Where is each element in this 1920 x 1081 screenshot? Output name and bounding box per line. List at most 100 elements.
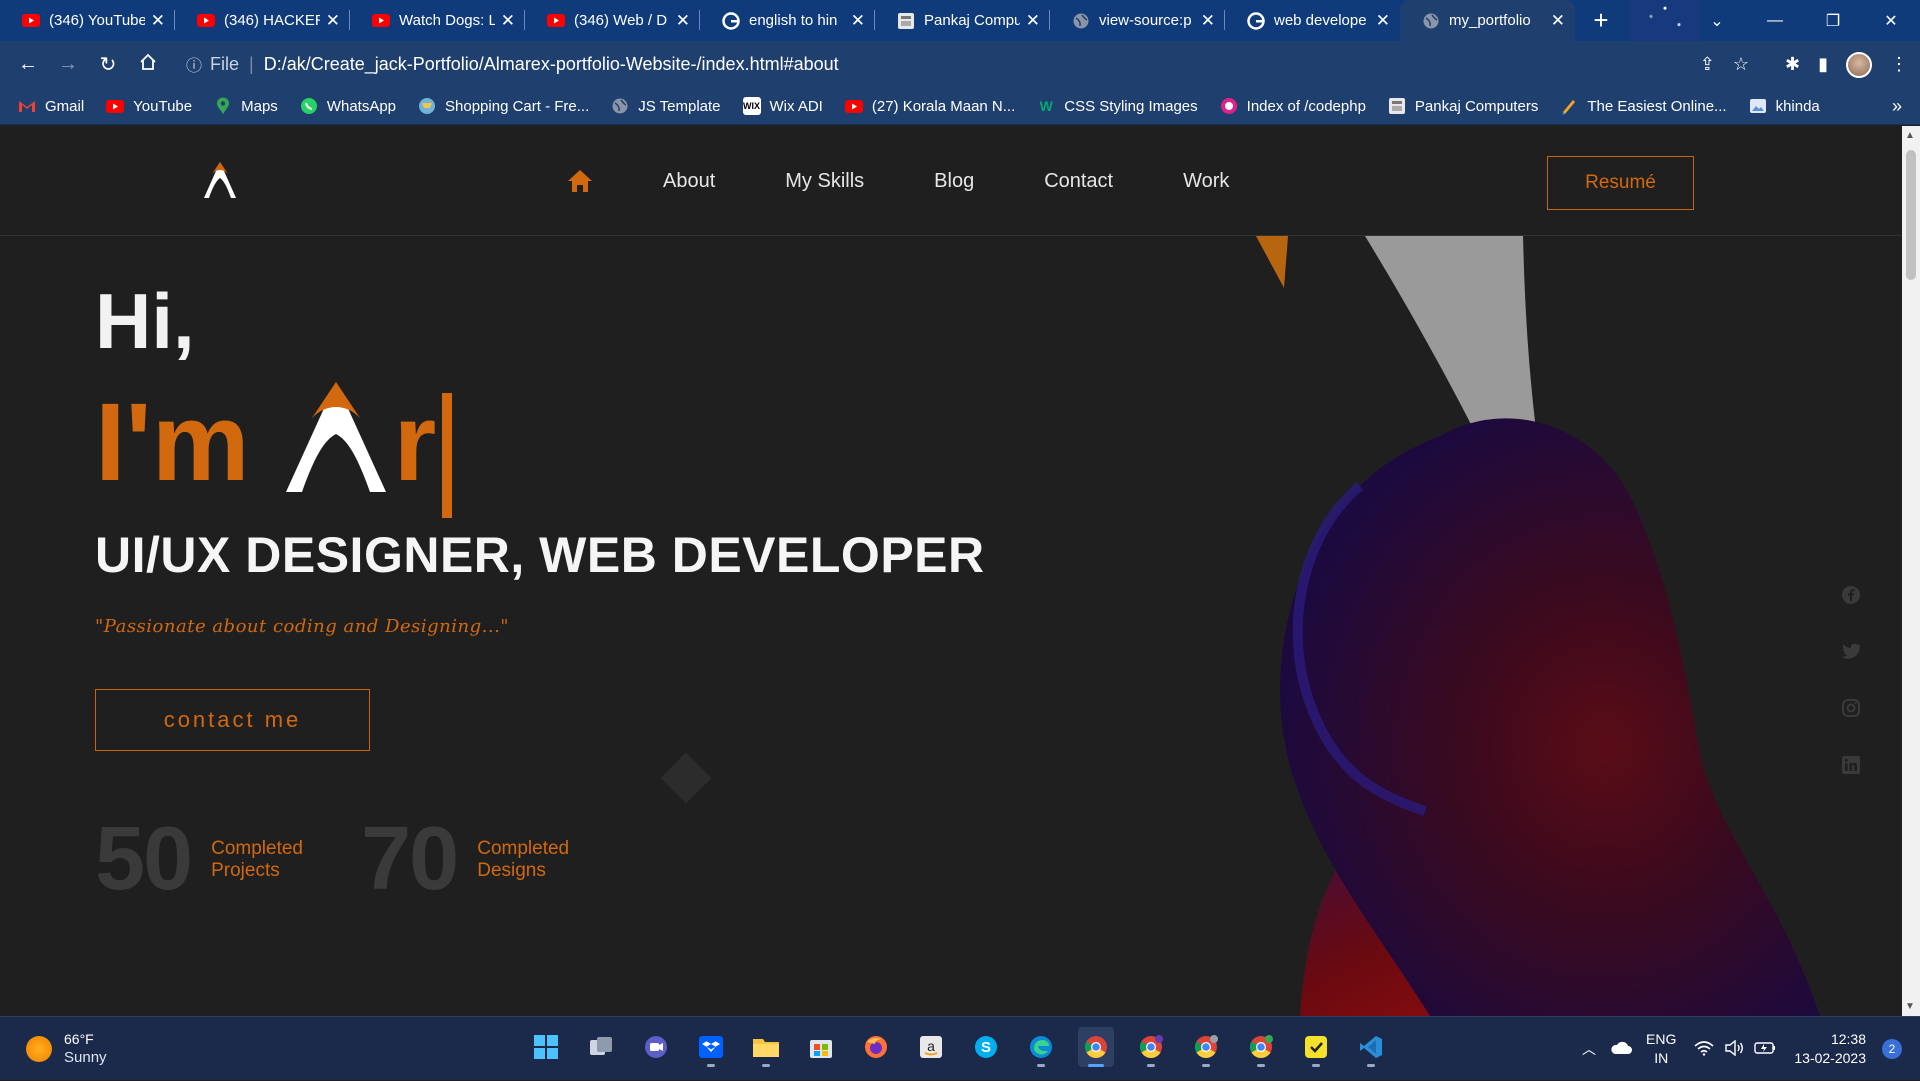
notification-badge[interactable]: 2	[1882, 1039, 1902, 1059]
bookmark-wix-adi[interactable]: WIX Wix ADI	[742, 97, 823, 115]
bookmark-khinda[interactable]: khinda	[1749, 97, 1820, 115]
scrollbar-thumb[interactable]	[1906, 150, 1916, 280]
close-window-button[interactable]: ✕	[1862, 11, 1920, 31]
bookmark-js-template[interactable]: JS Template	[611, 97, 721, 115]
vscode-icon[interactable]	[1353, 1027, 1389, 1067]
browser-tab[interactable]: (346) YouTube ✕	[0, 0, 175, 41]
close-tab-icon[interactable]: ✕	[1376, 11, 1390, 31]
url-text[interactable]: D:/ak/Create_jack-Portfolio/Almarex-port…	[264, 54, 839, 75]
close-tab-icon[interactable]: ✕	[676, 11, 690, 31]
bookmark-shopping-cart[interactable]: Shopping Cart - Fre...	[418, 97, 589, 115]
contact-me-button[interactable]: contact me	[95, 689, 370, 751]
toolbar-actions: ⇪ ☆ ✱ ▮ ⋮	[1700, 41, 1908, 88]
bookmark-index-codephp[interactable]: Index of /codephp	[1220, 97, 1366, 115]
side-panel-icon[interactable]: ▮	[1818, 54, 1828, 75]
close-tab-icon[interactable]: ✕	[501, 11, 515, 31]
bookmark-pankaj-computers[interactable]: Pankaj Computers	[1388, 97, 1538, 115]
dropbox-icon[interactable]	[693, 1027, 729, 1067]
bookmark-youtube[interactable]: YouTube	[106, 97, 192, 115]
resume-button[interactable]: Resumé	[1547, 156, 1694, 210]
wifi-icon[interactable]	[1694, 1040, 1714, 1059]
close-tab-icon[interactable]: ✕	[1551, 11, 1565, 31]
hero-role: UI/UX DESIGNER, WEB DEVELOPER	[95, 527, 985, 583]
close-tab-icon[interactable]: ✕	[1201, 11, 1215, 31]
show-hidden-icons-chevron-icon[interactable]: ︿	[1582, 1039, 1596, 1059]
browser-tab[interactable]: view-source:p ✕	[1050, 0, 1225, 41]
sticky-notes-icon[interactable]	[1298, 1027, 1334, 1067]
bookmark-gmail[interactable]: Gmail	[18, 97, 84, 115]
new-tab-button[interactable]: +	[1583, 5, 1619, 37]
site-info-icon[interactable]: ⓘ	[186, 52, 202, 76]
gmail-icon	[18, 97, 36, 115]
scroll-down-arrow-icon[interactable]: ▼	[1905, 1001, 1915, 1012]
clock-time: 12:38	[1830, 1031, 1866, 1047]
linkedin-icon[interactable]	[1838, 752, 1864, 778]
file-explorer-icon[interactable]	[748, 1027, 784, 1067]
home-icon[interactable]	[128, 53, 168, 77]
firefox-icon[interactable]	[858, 1027, 894, 1067]
amazon-icon[interactable]: a	[913, 1027, 949, 1067]
onedrive-cloud-icon[interactable]	[1610, 1041, 1633, 1058]
pen-icon	[1560, 97, 1578, 115]
brand-logo[interactable]	[203, 160, 237, 200]
bookmark-korala-maan[interactable]: (27) Korala Maan N...	[844, 97, 1015, 115]
forward-arrow-icon[interactable]: →	[48, 53, 88, 76]
share-icon[interactable]: ⇪	[1700, 54, 1715, 75]
bookmark-star-icon[interactable]: ☆	[1733, 54, 1749, 75]
twitter-icon[interactable]	[1838, 638, 1864, 664]
task-view-icon[interactable]	[583, 1027, 619, 1067]
weather-widget[interactable]: 66°F Sunny	[26, 1030, 107, 1067]
system-clock[interactable]: 12:38 13-02-2023	[1794, 1030, 1866, 1068]
battery-icon[interactable]	[1754, 1041, 1776, 1058]
instagram-icon[interactable]	[1838, 695, 1864, 721]
close-tab-icon[interactable]: ✕	[1026, 11, 1040, 31]
browser-tab[interactable]: (346) HACKER ✕	[175, 0, 350, 41]
facebook-icon[interactable]	[1838, 582, 1864, 608]
page-scrollbar[interactable]: ▲ ▼	[1902, 126, 1920, 1016]
nav-about[interactable]: About	[663, 170, 715, 193]
back-arrow-icon[interactable]: ←	[8, 53, 48, 76]
nav-my-skills[interactable]: My Skills	[785, 170, 864, 193]
tab-search-icon[interactable]: ⌄	[1688, 11, 1746, 31]
tab-title: Watch Dogs: L	[399, 12, 495, 29]
bookmark-css-styling-images[interactable]: W CSS Styling Images	[1037, 97, 1198, 115]
close-tab-icon[interactable]: ✕	[151, 11, 165, 31]
browser-tab[interactable]: web develope ✕	[1225, 0, 1400, 41]
browser-tab[interactable]: english to hin ✕	[700, 0, 875, 41]
start-button[interactable]	[528, 1027, 564, 1067]
nav-work[interactable]: Work	[1183, 170, 1229, 193]
stat-projects: 50 Completed Projects	[95, 808, 311, 911]
bookmark-whatsapp[interactable]: WhatsApp	[300, 97, 396, 115]
browser-tab-active[interactable]: my_portfolio ✕	[1400, 0, 1575, 41]
scroll-up-arrow-icon[interactable]: ▲	[1905, 130, 1915, 141]
minimize-button[interactable]: —	[1746, 12, 1804, 30]
bookmark-maps[interactable]: Maps	[214, 97, 278, 115]
chrome-icon[interactable]	[1078, 1027, 1114, 1067]
nav-contact[interactable]: Contact	[1044, 170, 1113, 193]
more-bookmarks-icon[interactable]: »	[1892, 96, 1902, 117]
browser-tab[interactable]: Watch Dogs: L ✕	[350, 0, 525, 41]
tab-title: Pankaj Compu	[924, 12, 1020, 29]
volume-icon[interactable]	[1724, 1039, 1744, 1059]
edge-icon[interactable]	[1023, 1027, 1059, 1067]
language-indicator[interactable]: ENG IN	[1646, 1030, 1676, 1068]
home-icon[interactable]	[565, 166, 595, 196]
nav-blog[interactable]: Blog	[934, 170, 974, 193]
reload-icon[interactable]: ↻	[88, 52, 128, 77]
chat-icon[interactable]	[638, 1027, 674, 1067]
address-bar[interactable]: ⓘ File | D:/ak/Create_jack-Portfolio/Alm…	[180, 47, 1780, 81]
bookmark-easiest-online[interactable]: The Easiest Online...	[1560, 97, 1727, 115]
extensions-puzzle-icon[interactable]: ✱	[1785, 54, 1800, 75]
close-tab-icon[interactable]: ✕	[326, 11, 340, 31]
close-tab-icon[interactable]: ✕	[851, 11, 865, 31]
browser-tab[interactable]: Pankaj Compu ✕	[875, 0, 1050, 41]
microsoft-store-icon[interactable]	[803, 1027, 839, 1067]
more-menu-icon[interactable]: ⋮	[1890, 54, 1908, 75]
restore-button[interactable]: ❐	[1804, 11, 1862, 31]
chrome-profile-icon[interactable]	[1133, 1027, 1169, 1067]
browser-tab[interactable]: (346) Web / D ✕	[525, 0, 700, 41]
chrome-profile-icon[interactable]	[1188, 1027, 1224, 1067]
profile-avatar[interactable]	[1846, 51, 1872, 78]
skype-icon[interactable]: S	[968, 1027, 1004, 1067]
chrome-profile-icon[interactable]	[1243, 1027, 1279, 1067]
